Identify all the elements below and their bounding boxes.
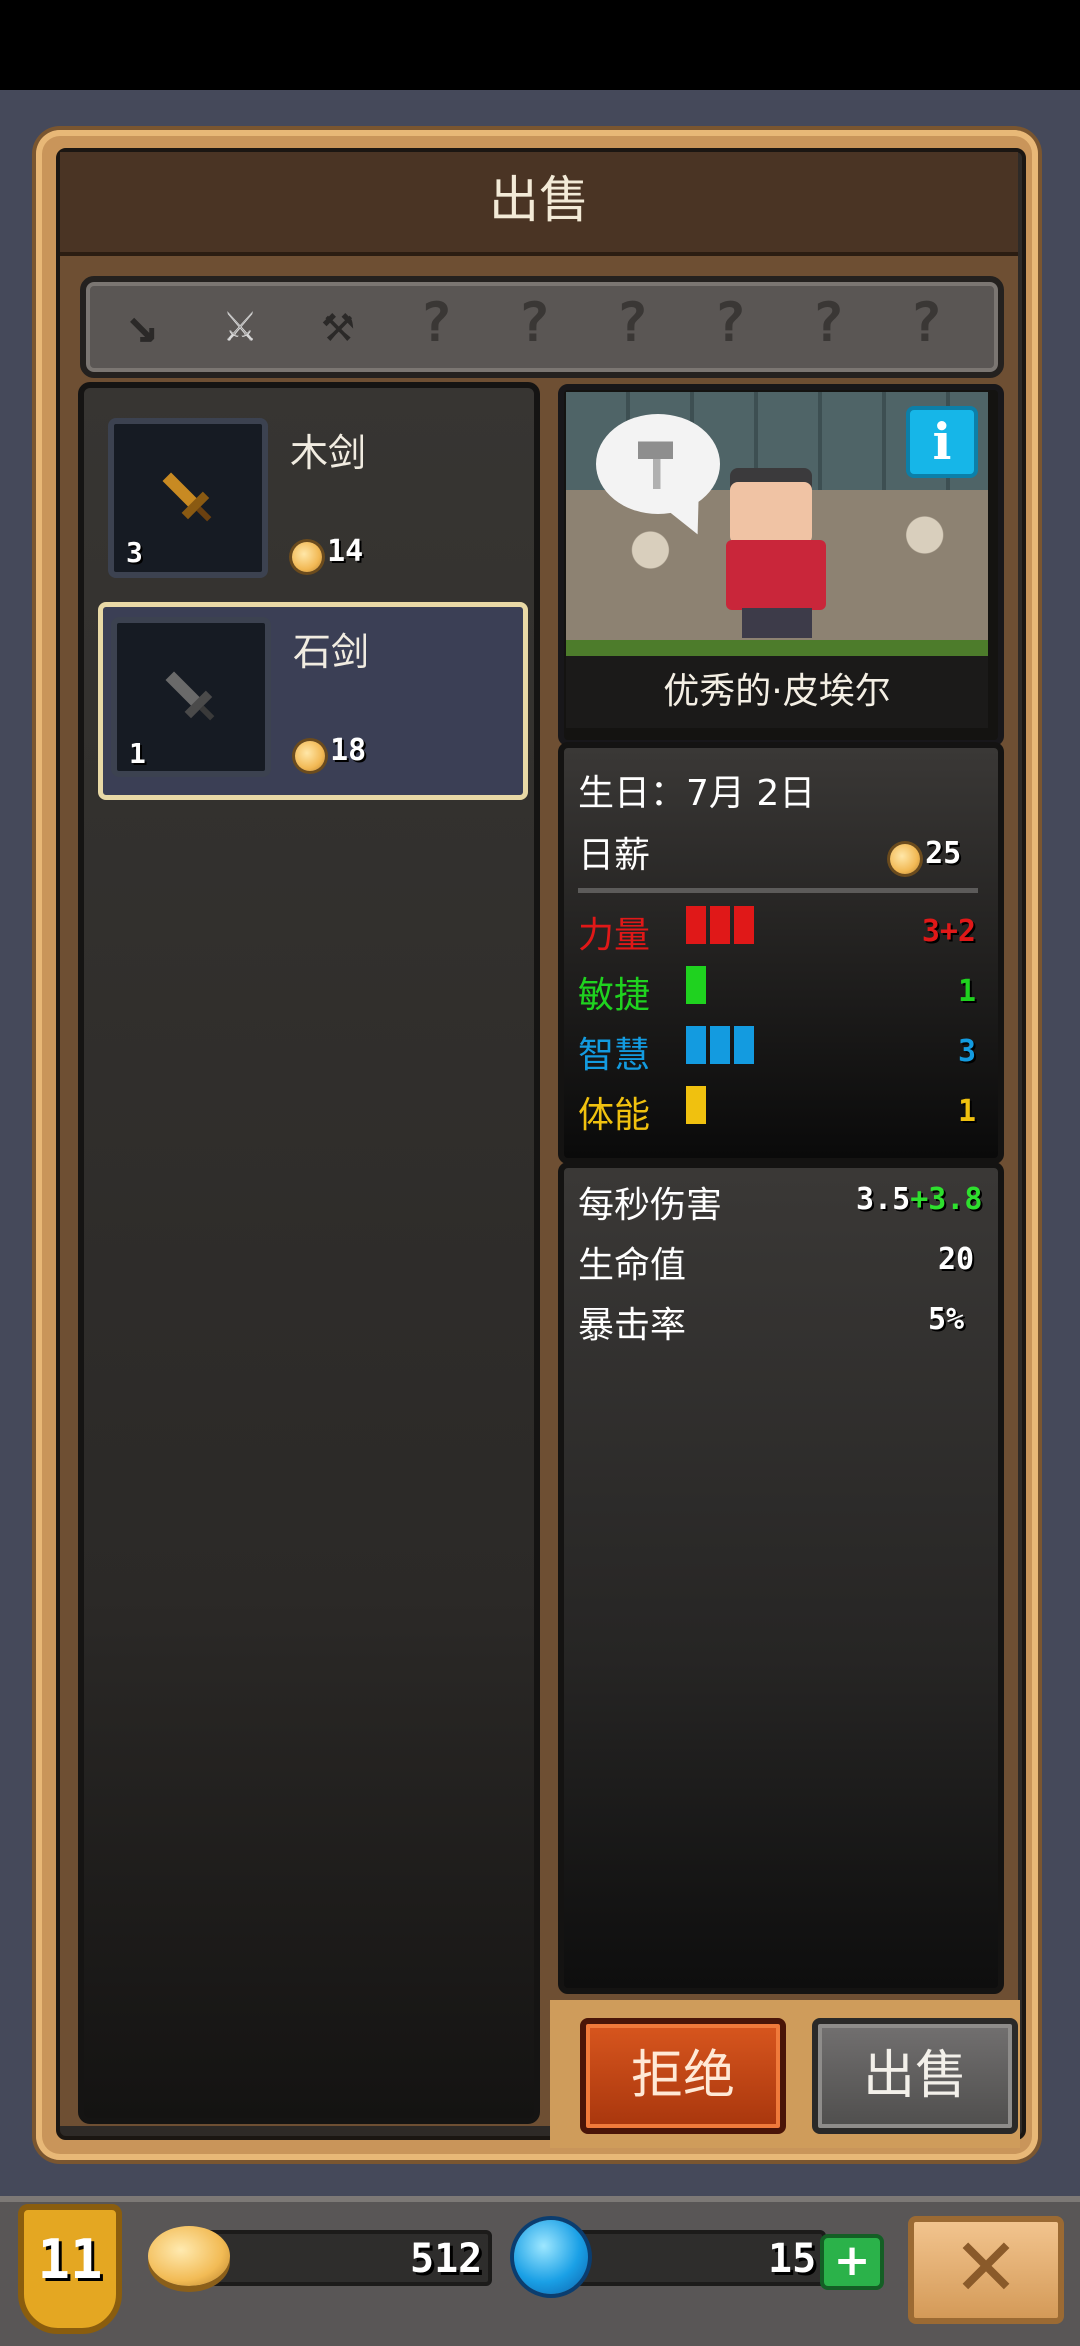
filter-tab-5: ?: [592, 286, 672, 358]
attr-bar-segment: [686, 966, 706, 1004]
birthday-label: 生日：: [578, 773, 687, 814]
grass-strip: [566, 640, 988, 656]
dps-value: 3.5+3.8: [856, 1182, 982, 1217]
attr-bar-segment: [710, 906, 730, 944]
status-bar: [0, 0, 1080, 90]
hammer-icon: [638, 441, 673, 489]
customer-body: [726, 540, 826, 610]
coin-icon: [295, 740, 325, 771]
item-price: 14: [292, 534, 363, 572]
item-count: 3: [126, 536, 143, 569]
locked-icon: ?: [615, 290, 649, 354]
dps-label: 每秒伤害: [578, 1185, 723, 1226]
attr-bar-segment: [710, 1026, 730, 1064]
gold-amount: 512: [410, 2236, 483, 2282]
attr-bar-segment: [686, 1026, 706, 1064]
attr-bar-segment: [734, 1026, 754, 1064]
attr-label: 敏捷: [578, 975, 651, 1016]
item-count: 1: [129, 737, 146, 770]
item-slot: 1: [111, 617, 271, 777]
attr-bar-segment: [734, 906, 754, 944]
customer-name: 优秀的·皮埃尔: [566, 656, 988, 728]
locked-icon: ?: [811, 290, 845, 354]
level-badge[interactable]: 11: [18, 2204, 122, 2334]
item-name: 木剑: [290, 431, 367, 475]
birthday: 生日：7月 2日: [578, 764, 815, 816]
salary: 25: [890, 836, 961, 874]
filter-tab-0[interactable]: ↘: [102, 286, 182, 358]
locked-icon: ?: [419, 290, 453, 354]
coin-icon: [292, 541, 322, 572]
item-name: 石剑: [293, 630, 370, 674]
attr-bar-segment: [686, 1086, 706, 1124]
attr-label: 体能: [578, 1095, 651, 1136]
stone-sword-icon: [165, 671, 215, 721]
sword-icon: ⚔: [223, 290, 257, 354]
item-card-stone-sword[interactable]: 1 石剑 18: [98, 602, 528, 800]
info-button[interactable]: i: [906, 406, 978, 478]
item-price-value: 14: [327, 534, 364, 569]
salary-value: 25: [925, 836, 962, 871]
filter-tab-1[interactable]: ⚔: [200, 286, 280, 358]
salary-label: 日薪: [578, 835, 651, 876]
gem-amount: 15: [768, 2236, 817, 2282]
crit-value: 5%: [928, 1302, 965, 1337]
axe-icon: ⚒: [321, 290, 355, 354]
close-button[interactable]: ✕: [908, 2216, 1064, 2324]
dagger-icon: ↘: [125, 290, 159, 354]
reject-button[interactable]: 拒绝: [580, 2018, 786, 2134]
filter-tab-8: ?: [886, 286, 966, 358]
item-price-value: 18: [330, 733, 367, 768]
attr-value: 1: [957, 1094, 976, 1129]
attr-value: 3: [957, 1034, 976, 1069]
locked-icon: ?: [713, 290, 747, 354]
attr-value: 1: [957, 974, 976, 1009]
attr-label: 智慧: [578, 1035, 651, 1076]
filter-tab-3: ?: [396, 286, 476, 358]
birthday-value: 7月 2日: [686, 773, 816, 814]
hp-label: 生命值: [578, 1245, 687, 1286]
locked-icon: ?: [517, 290, 551, 354]
attr-bar-segment: [686, 906, 706, 944]
gold-coin-icon: [148, 2226, 230, 2286]
stats-divider: [578, 888, 978, 893]
crit-label: 暴击率: [578, 1305, 687, 1346]
item-card-wooden-sword[interactable]: 3 木剑 14: [100, 410, 510, 585]
locked-icon: ?: [909, 290, 943, 354]
sell-button[interactable]: 出售: [812, 2018, 1018, 2134]
dps-bonus: +3.8: [910, 1182, 983, 1217]
dps-base: 3.5: [856, 1182, 911, 1217]
filter-tab-4: ?: [494, 286, 574, 358]
item-slot: 3: [108, 418, 268, 578]
customer-legs: [742, 608, 812, 638]
coin-icon: [890, 843, 920, 874]
item-price: 18: [295, 733, 366, 771]
wooden-sword-icon: [162, 472, 212, 522]
gem-icon: [514, 2220, 588, 2294]
filter-tab-2[interactable]: ⚒: [298, 286, 378, 358]
add-gems-button[interactable]: +: [820, 2234, 884, 2290]
filter-tab-6: ?: [690, 286, 770, 358]
filter-tab-7: ?: [788, 286, 868, 358]
customer-head: [730, 482, 812, 544]
attr-value: 3+2: [921, 914, 976, 949]
attr-label: 力量: [578, 915, 651, 956]
dialog-title: 出售: [489, 171, 589, 229]
hp-value: 20: [938, 1242, 975, 1277]
